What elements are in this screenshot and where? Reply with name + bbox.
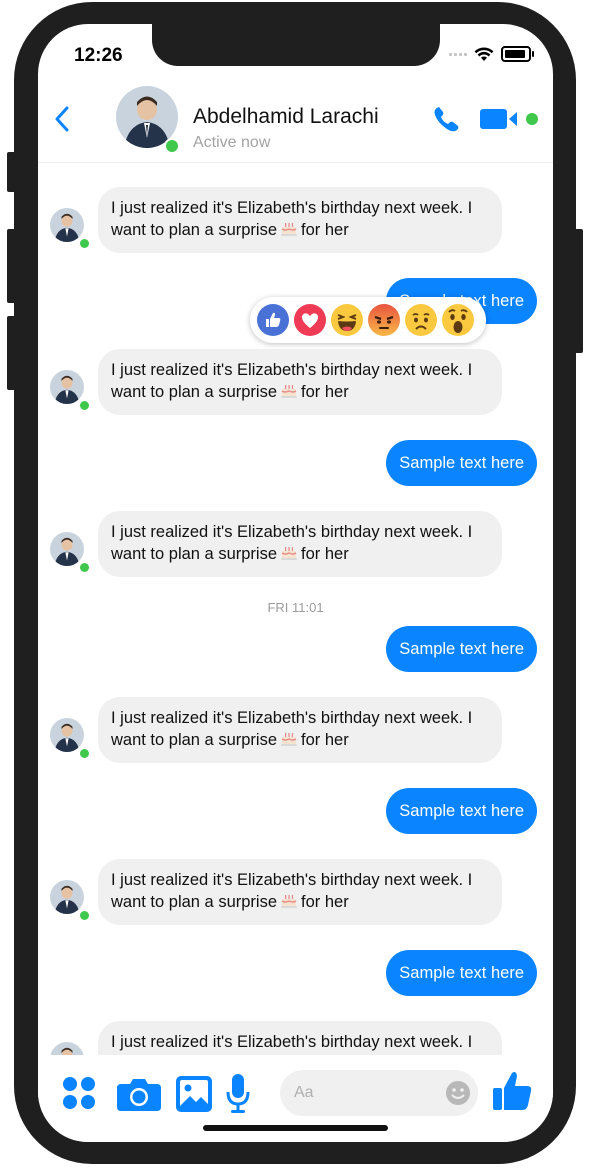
sender-avatar[interactable] (50, 208, 84, 242)
birthday-cake-icon (280, 891, 298, 915)
message-input-placeholder: Aa (294, 1084, 314, 1101)
online-indicator (78, 561, 91, 574)
battery-icon (501, 46, 534, 62)
reaction-love-icon[interactable] (294, 304, 326, 336)
outgoing-message-bubble[interactable]: Sample text here (386, 788, 537, 834)
message-text: for her (301, 731, 349, 749)
back-arrow-icon[interactable] (52, 104, 72, 134)
incoming-message-bubble[interactable]: I just realized it's Elizabeth's birthda… (98, 511, 502, 577)
online-indicator (78, 237, 91, 250)
message-text: I just realized it's Elizabeth's birthda… (111, 1033, 473, 1051)
reaction-angry-icon[interactable] (368, 304, 400, 336)
status-icons (449, 46, 534, 62)
incoming-message-bubble[interactable]: I just realized it's Elizabeth's birthda… (98, 187, 502, 253)
video-call-icon[interactable] (480, 107, 540, 131)
phone-call-icon[interactable] (432, 105, 460, 133)
birthday-cake-icon (280, 381, 298, 405)
status-time: 12:26 (74, 45, 123, 66)
birthday-cake-icon (280, 219, 298, 243)
message-input[interactable]: Aa (280, 1070, 478, 1116)
presence-status: Active now (193, 134, 271, 151)
incoming-message-bubble[interactable]: I just realized it's Elizabeth's birthda… (98, 349, 502, 415)
message-text: for her (301, 545, 349, 563)
online-indicator (78, 909, 91, 922)
birthday-cake-icon (280, 543, 298, 567)
outgoing-message-bubble[interactable]: Sample text here (386, 626, 537, 672)
date-separator: FRI 11:01 (267, 600, 324, 615)
online-indicator (78, 747, 91, 760)
message-text: for her (301, 383, 349, 401)
camera-icon[interactable] (117, 1077, 161, 1111)
outgoing-message-bubble[interactable]: Sample text here (386, 950, 537, 996)
birthday-cake-icon (280, 1053, 298, 1055)
sender-avatar[interactable] (50, 532, 84, 566)
reaction-sad-icon[interactable] (405, 304, 437, 336)
reaction-picker[interactable] (250, 297, 486, 343)
message-text: for her (301, 221, 349, 239)
emoji-icon[interactable] (446, 1081, 470, 1105)
conversation-header: Abdelhamid Larachi Active now (38, 82, 553, 163)
reaction-wow-icon[interactable] (442, 304, 474, 336)
outgoing-message-bubble[interactable]: Sample text here (386, 440, 537, 486)
online-indicator (164, 138, 180, 154)
sender-avatar[interactable] (50, 718, 84, 752)
wifi-icon (474, 46, 494, 61)
incoming-message-bubble[interactable]: I just realized it's Elizabeth's birthda… (98, 859, 502, 925)
contact-name[interactable]: Abdelhamid Larachi (193, 105, 379, 129)
incoming-message-bubble[interactable]: I just realized it's Elizabeth's birthda… (98, 697, 502, 763)
phone-screen: 12:26 Abdelhamid Larachi Active now I ju… (38, 24, 553, 1142)
sender-avatar[interactable] (50, 1042, 84, 1055)
sender-avatar[interactable] (50, 370, 84, 404)
sender-avatar[interactable] (50, 880, 84, 914)
reaction-like-icon[interactable] (257, 304, 289, 336)
notch (152, 24, 440, 66)
gallery-icon[interactable] (176, 1076, 212, 1112)
thumbs-up-icon[interactable] (492, 1070, 532, 1112)
message-text: for her (301, 893, 349, 911)
cellular-signal-icon (449, 52, 467, 56)
incoming-message-bubble[interactable]: I just realized it's Elizabeth's birthda… (98, 1021, 502, 1055)
microphone-icon[interactable] (226, 1074, 250, 1114)
home-indicator (203, 1125, 388, 1131)
birthday-cake-icon (280, 729, 298, 753)
apps-icon[interactable] (62, 1076, 96, 1110)
online-indicator (78, 399, 91, 412)
reaction-haha-icon[interactable] (331, 304, 363, 336)
